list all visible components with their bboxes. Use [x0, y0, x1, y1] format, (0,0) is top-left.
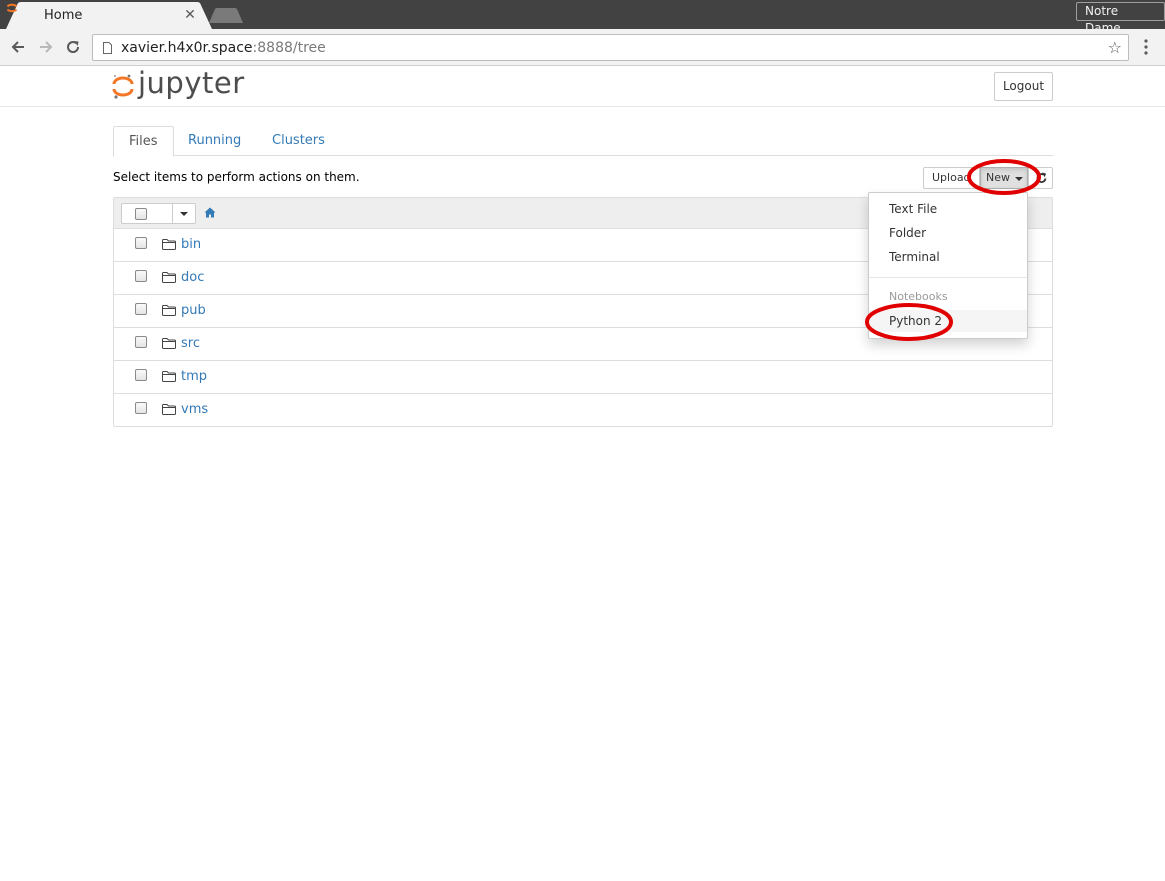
arrow-right-icon[interactable] [37, 38, 55, 56]
menu-item-terminal[interactable]: Terminal [869, 246, 1027, 268]
file-name-link[interactable]: src [181, 336, 200, 351]
file-name-link[interactable]: vms [181, 402, 208, 417]
refresh-button[interactable] [1028, 167, 1053, 189]
instructions-text: Select items to perform actions on them. [113, 170, 360, 184]
upload-button[interactable]: Upload [923, 167, 980, 189]
browser-toolbar: xavier.h4x0r.space:8888/tree ☆ [0, 29, 1165, 66]
folder-icon [162, 239, 176, 250]
tab-files[interactable]: Files [113, 126, 174, 157]
table-row[interactable]: tmp [114, 361, 1052, 394]
main-tabs: Files Running Clusters [113, 126, 1053, 157]
profile-button[interactable]: Notre Dame [1076, 2, 1165, 35]
row-checkbox[interactable] [135, 303, 147, 315]
url-host: xavier.h4x0r.space [121, 40, 253, 56]
kebab-menu-icon[interactable] [1143, 38, 1149, 56]
tab-shape [6, 2, 212, 29]
select-divider [172, 204, 173, 223]
tab-running[interactable]: Running [173, 126, 256, 156]
jupyter-header: jupyter Logout [0, 66, 1165, 107]
caret-down-icon[interactable] [180, 212, 188, 216]
new-dropdown-menu: Text File Folder Terminal Notebooks Pyth… [868, 192, 1028, 339]
row-checkbox[interactable] [135, 336, 147, 348]
reload-icon[interactable] [64, 38, 82, 56]
new-button-label: New [986, 171, 1010, 184]
jupyter-logo-icon [6, 3, 18, 13]
folder-icon [162, 404, 176, 415]
caret-down-icon [1015, 177, 1023, 181]
tab-clusters[interactable]: Clusters [257, 126, 340, 156]
home-icon[interactable] [204, 207, 216, 218]
table-row[interactable]: vms [114, 394, 1052, 427]
close-icon[interactable]: ✕ [183, 8, 197, 22]
folder-icon [162, 371, 176, 382]
row-checkbox[interactable] [135, 369, 147, 381]
file-name-link[interactable]: tmp [181, 369, 207, 384]
url-path: :8888/tree [252, 40, 326, 56]
menu-divider [869, 277, 1027, 278]
address-bar[interactable]: xavier.h4x0r.space:8888/tree ☆ [92, 34, 1129, 61]
page-icon [103, 42, 112, 54]
file-name-link[interactable]: pub [181, 303, 206, 318]
tab-title: Home [44, 8, 83, 23]
new-button[interactable]: New [980, 167, 1028, 189]
menu-item-python-2[interactable]: Python 2 [869, 310, 1027, 332]
star-icon[interactable]: ☆ [1108, 39, 1122, 57]
refresh-icon [1036, 172, 1047, 183]
file-name-link[interactable]: bin [181, 237, 201, 252]
logo-text: jupyter [138, 66, 245, 100]
url-text: xavier.h4x0r.space:8888/tree [121, 39, 326, 57]
menu-item-text-file[interactable]: Text File [869, 198, 1027, 220]
select-all-checkbox[interactable] [135, 208, 147, 220]
jupyter-logo-icon [112, 74, 134, 99]
folder-icon [162, 272, 176, 283]
menu-header-notebooks: Notebooks [889, 290, 948, 303]
select-all-dropdown[interactable] [121, 203, 196, 224]
browser-tabstrip: Home ✕ Notre Dame [0, 0, 1165, 35]
row-checkbox[interactable] [135, 270, 147, 282]
row-checkbox[interactable] [135, 237, 147, 249]
browser-tab-home[interactable]: Home ✕ [6, 2, 212, 29]
folder-icon [162, 305, 176, 316]
menu-item-folder[interactable]: Folder [869, 222, 1027, 244]
new-tab-button[interactable] [209, 8, 243, 23]
row-checkbox[interactable] [135, 402, 147, 414]
folder-icon [162, 338, 176, 349]
file-name-link[interactable]: doc [181, 270, 204, 285]
logout-button[interactable]: Logout [994, 72, 1053, 101]
arrow-left-icon[interactable] [9, 38, 27, 56]
